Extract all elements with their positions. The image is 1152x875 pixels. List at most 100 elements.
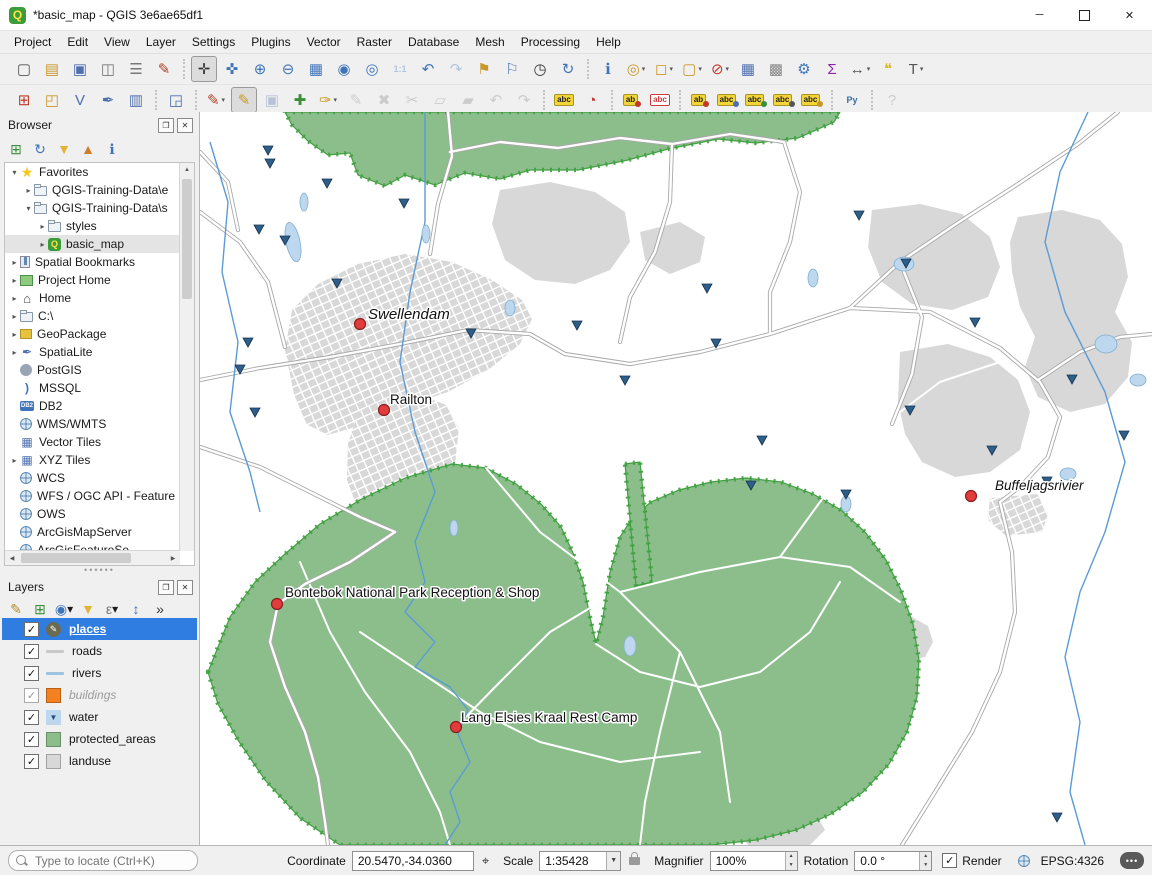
lock-scale-icon[interactable] <box>629 857 640 865</box>
layer-visibility-checkbox[interactable]: ✓ <box>24 754 39 769</box>
magnifier-spin-buttons[interactable]: ▲▼ <box>785 852 797 870</box>
browser-item-ows[interactable]: OWS <box>5 505 194 523</box>
zoom-to-layer-button[interactable]: ◎ <box>359 56 385 82</box>
magnifier-spinbox[interactable]: ▲▼ <box>710 851 798 871</box>
new-spatialite-layer-button[interactable]: ✒ <box>95 87 121 113</box>
show-bookmarks-button[interactable]: ⚐ <box>499 56 525 82</box>
add-group-button[interactable]: ⊞ <box>28 598 52 620</box>
browser-item-wcs[interactable]: WCS <box>5 469 194 487</box>
rotation-input[interactable] <box>855 854 919 868</box>
manage-map-themes-dropdown-icon[interactable]: ▾ <box>67 602 73 616</box>
expand-arrow-icon[interactable]: ▸ <box>23 186 34 195</box>
open-project-button[interactable]: ▤ <box>39 56 65 82</box>
rotation-spin-buttons[interactable]: ▲▼ <box>919 852 931 870</box>
crs-globe-icon[interactable] <box>1018 855 1030 867</box>
zoom-full-button[interactable]: ▦ <box>303 56 329 82</box>
new-bookmark-button[interactable]: ⚑ <box>471 56 497 82</box>
filter-by-expression-button[interactable]: ε▾ <box>100 598 124 620</box>
expand-arrow-icon[interactable]: ▸ <box>37 222 48 231</box>
layer-row-rivers[interactable]: ✓rivers <box>2 662 197 684</box>
open-attribute-table-button[interactable]: ▦ <box>735 56 761 82</box>
filter-by-expression-dropdown-icon[interactable]: ▾ <box>112 602 118 616</box>
expand-arrow-icon[interactable]: ▸ <box>37 240 48 249</box>
expand-arrow-icon[interactable]: ▸ <box>9 312 20 321</box>
new-project-button[interactable]: ▢ <box>11 56 37 82</box>
pan-map-button[interactable]: ✛ <box>191 56 217 82</box>
select-by-value-dropdown-icon[interactable]: ▾ <box>698 65 702 73</box>
rotate-label-button[interactable]: abc <box>771 87 797 113</box>
select-by-value-button[interactable]: ▢▾ <box>679 56 705 82</box>
identify-features-button[interactable]: ℹ <box>595 56 621 82</box>
close-button[interactable]: ✕ <box>1107 1 1152 30</box>
locate-input[interactable] <box>33 852 187 869</box>
coordinate-display-toggle-icon[interactable]: ⌖ <box>482 853 489 869</box>
menu-help[interactable]: Help <box>588 33 629 51</box>
menu-processing[interactable]: Processing <box>513 33 588 51</box>
browser-item-qgis-training-data-s[interactable]: ▾QGIS-Training-Data\s <box>5 199 194 217</box>
expand-arrow-icon[interactable]: ▸ <box>9 456 20 465</box>
pan-to-selection-button[interactable]: ✜ <box>219 56 245 82</box>
zoom-out-button[interactable]: ⊖ <box>275 56 301 82</box>
change-label-button[interactable]: abc <box>799 87 825 113</box>
layer-row-buildings[interactable]: ✓buildings <box>2 684 197 706</box>
menu-edit[interactable]: Edit <box>59 33 96 51</box>
current-edits-button[interactable]: ✎▾ <box>203 87 229 113</box>
save-project-button[interactable]: ▣ <box>67 56 93 82</box>
refresh-browser-button[interactable]: ↻ <box>28 138 52 160</box>
manage-map-themes-button[interactable]: ◉▾ <box>52 598 76 620</box>
map-canvas[interactable]: SwellendamRailtonBuffeljagsrivierBontebo… <box>200 112 1152 845</box>
vertex-tool-dropdown-icon[interactable]: ▾ <box>334 96 338 104</box>
browser-item-wfs-ogc-api-feature[interactable]: WFS / OGC API - Feature <box>5 487 194 505</box>
zoom-in-button[interactable]: ⊕ <box>247 56 273 82</box>
layer-row-protected_areas[interactable]: ✓protected_areas <box>2 728 197 750</box>
browser-float-button[interactable]: ❐ <box>158 118 174 133</box>
zoom-to-selection-button[interactable]: ◉ <box>331 56 357 82</box>
browser-item-postgis[interactable]: PostGIS <box>5 361 194 379</box>
browser-item-xyz-tiles[interactable]: ▸▦XYZ Tiles <box>5 451 194 469</box>
browser-item-qgis-training-data-e[interactable]: ▸QGIS-Training-Data\e <box>5 181 194 199</box>
browser-item-project-home[interactable]: ▸Project Home <box>5 271 194 289</box>
layer-row-landuse[interactable]: ✓landuse <box>2 750 197 772</box>
expand-collapse-all-button[interactable]: ↕ <box>124 598 148 620</box>
show-layout-manager-button[interactable]: ☰ <box>123 56 149 82</box>
add-selected-layers-button[interactable]: ⊞ <box>4 138 28 160</box>
open-layer-styling-panel-button[interactable]: ✎ <box>4 598 28 620</box>
expand-arrow-icon[interactable]: ▾ <box>23 204 34 213</box>
scale-input[interactable] <box>540 854 606 868</box>
layers-float-button[interactable]: ❐ <box>158 580 174 595</box>
messages-icon[interactable]: ••• <box>1120 852 1144 869</box>
new-virtual-layer-button[interactable]: ▥ <box>123 87 149 113</box>
layer-visibility-checkbox[interactable]: ✓ <box>24 666 39 681</box>
panel-splitter[interactable]: •••••• <box>0 566 199 574</box>
statistics-panel-button[interactable]: Σ <box>819 56 845 82</box>
new-shapefile-layer-button[interactable]: V <box>67 87 93 113</box>
crs-value[interactable]: EPSG:4326 <box>1041 854 1104 868</box>
rotation-spinbox[interactable]: ▲▼ <box>854 851 932 871</box>
browser-horizontal-scrollbar[interactable]: ◀ ▶ <box>5 550 180 565</box>
map-tips-button[interactable]: ❝ <box>875 56 901 82</box>
expand-arrow-icon[interactable]: ▸ <box>9 330 20 339</box>
layer-row-roads[interactable]: ✓roads <box>2 640 197 662</box>
expand-arrow-icon[interactable]: ▸ <box>9 276 20 285</box>
menu-view[interactable]: View <box>96 33 138 51</box>
browser-item-styles[interactable]: ▸styles <box>5 217 194 235</box>
browser-item-basic-map[interactable]: ▸Qbasic_map <box>5 235 194 253</box>
expand-arrow-icon[interactable]: ▸ <box>9 348 20 357</box>
maximize-button[interactable] <box>1062 1 1107 30</box>
layer-labeling-options-button[interactable]: abc <box>551 87 577 113</box>
deselect-features-button[interactable]: ⊘▾ <box>707 56 733 82</box>
layer-visibility-checkbox[interactable]: ✓ <box>24 710 39 725</box>
measure-line-button[interactable]: ↔▾ <box>847 56 873 82</box>
new-temporary-scratch-layer-button[interactable]: ◲ <box>163 87 189 113</box>
refresh-map-button[interactable]: ↻ <box>555 56 581 82</box>
browser-item-spatial-bookmarks[interactable]: ▸Spatial Bookmarks <box>5 253 194 271</box>
select-features-button[interactable]: ◻▾ <box>651 56 677 82</box>
zoom-last-button[interactable]: ↶ <box>415 56 441 82</box>
layer-visibility-checkbox[interactable]: ✓ <box>24 732 39 747</box>
expand-arrow-icon[interactable]: ▾ <box>9 168 20 177</box>
layer-visibility-checkbox[interactable]: ✓ <box>24 622 39 637</box>
menu-settings[interactable]: Settings <box>184 33 243 51</box>
layer-row-water[interactable]: ✓▼water <box>2 706 197 728</box>
browser-item-db2[interactable]: DB2DB2 <box>5 397 194 415</box>
layer-visibility-checkbox[interactable]: ✓ <box>24 644 39 659</box>
